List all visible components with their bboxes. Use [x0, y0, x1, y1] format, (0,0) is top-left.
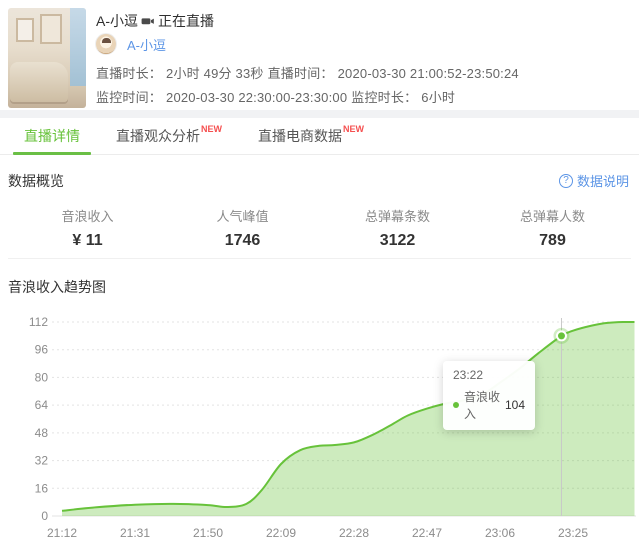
svg-text:23:06: 23:06 [485, 526, 515, 540]
page-title: A-小逗 正在直播 [96, 11, 214, 31]
stat-peak-popularity: 人气峰值 1746 [165, 206, 320, 250]
tooltip-value: 104 [504, 398, 525, 412]
svg-text:21:12: 21:12 [47, 526, 77, 540]
monitor-duration-value: 6小时 [421, 90, 456, 105]
live-time-value: 2020-03-30 21:00:52-23:50:24 [337, 66, 519, 81]
svg-text:21:50: 21:50 [193, 526, 223, 540]
series-dot-icon [453, 402, 459, 408]
chart-section-title: 音浪收入趋势图 [8, 279, 106, 295]
live-report-page: A-小逗 正在直播 A-小逗 直播时长： 2小时 49分 33秒 直播时间： 2020… [0, 0, 639, 544]
question-circle-icon: ? [558, 173, 573, 188]
tab-live-detail[interactable]: 直播详情 [13, 118, 91, 155]
income-trend-chart[interactable]: 0 16 32 48 64 80 96 112 21:12 21:31 21:50 22:09 22:2… [0, 300, 639, 544]
tab-ecommerce-data[interactable]: 直播电商数据 NEW [247, 118, 375, 154]
svg-text:48: 48 [35, 426, 49, 440]
svg-text:22:28: 22:28 [339, 526, 369, 540]
video-camera-icon [141, 14, 155, 28]
new-badge: NEW [201, 124, 222, 134]
svg-text:23:25: 23:25 [558, 526, 588, 540]
duration-label: 直播时长： [96, 66, 163, 81]
stat-value: ¥ 11 [72, 232, 103, 249]
content-divider [8, 258, 631, 259]
stream-duration-line: 直播时长： 2小时 49分 33秒 直播时间： 2020-03-30 21:00:52… [96, 63, 523, 82]
help-link-label: 数据说明 [576, 174, 629, 189]
tab-audience-analysis[interactable]: 直播观众分析 NEW [105, 118, 233, 154]
live-time-label: 直播时间： [267, 66, 334, 81]
svg-text:64: 64 [35, 398, 49, 412]
section-separator [0, 110, 639, 118]
tab-label: 直播详情 [24, 128, 80, 144]
duration-value: 2小时 49分 33秒 [166, 66, 264, 81]
monitor-time-line: 监控时间： 2020-03-30 22:30:00-23:30:00 监控时长： 6小… [96, 87, 459, 106]
monitor-duration-label: 监控时长： [351, 90, 418, 105]
stream-thumbnail [8, 8, 86, 108]
tooltip-series-name: 音浪收入 [464, 390, 501, 421]
svg-text:0: 0 [41, 509, 48, 523]
streamer-title: A-小逗 [96, 13, 138, 29]
avatar [95, 33, 117, 55]
chart-tooltip: 23:22 音浪收入 104 [443, 361, 535, 430]
svg-text:80: 80 [35, 370, 49, 384]
tab-bar: 直播详情 直播观众分析 NEW 直播电商数据 NEW [0, 118, 639, 155]
stat-value: 789 [539, 232, 566, 249]
monitor-time-label: 监控时间： [96, 90, 163, 105]
tooltip-time: 23:22 [453, 368, 484, 382]
stat-danmaku-users: 总弹幕人数 789 [475, 206, 630, 250]
stat-label: 音浪收入 [61, 209, 114, 224]
svg-text:16: 16 [35, 481, 49, 495]
overview-section-title: 数据概览 [8, 173, 64, 189]
stat-label: 总弹幕条数 [364, 209, 430, 224]
svg-text:22:09: 22:09 [266, 526, 296, 540]
stat-income: 音浪收入 ¥ 11 [10, 206, 165, 250]
stat-value: 3122 [379, 232, 416, 249]
thumbnail-decor [10, 62, 68, 102]
new-badge: NEW [343, 124, 364, 134]
svg-text:32: 32 [35, 454, 49, 468]
stats-row: 音浪收入 ¥ 11 人气峰值 1746 总弹幕条数 3122 总弹幕人数 789 [10, 206, 630, 250]
tab-label: 直播观众分析 [116, 128, 200, 144]
thumbnail-decor [40, 14, 62, 44]
svg-text:22:47: 22:47 [412, 526, 442, 540]
data-help-link[interactable]: ? 数据说明 [558, 171, 629, 190]
streamer-name-link[interactable]: A-小逗 [127, 35, 166, 54]
tooltip-series-row: 音浪收入 104 [453, 388, 525, 422]
thumbnail-decor [16, 18, 34, 42]
tab-label: 直播电商数据 [258, 128, 342, 144]
svg-text:96: 96 [35, 343, 49, 357]
monitor-time-value: 2020-03-30 22:30:00-23:30:00 [166, 90, 348, 105]
stat-danmaku-count: 总弹幕条数 3122 [320, 206, 475, 250]
svg-text:112: 112 [29, 315, 48, 329]
stat-label: 总弹幕人数 [519, 209, 585, 224]
thumbnail-decor [70, 8, 86, 86]
stat-label: 人气峰值 [216, 209, 269, 224]
streamer-row: A-小逗 [95, 33, 166, 55]
live-status-badge: 正在直播 [158, 13, 214, 29]
stat-value: 1746 [224, 232, 261, 249]
svg-text:21:31: 21:31 [120, 526, 150, 540]
